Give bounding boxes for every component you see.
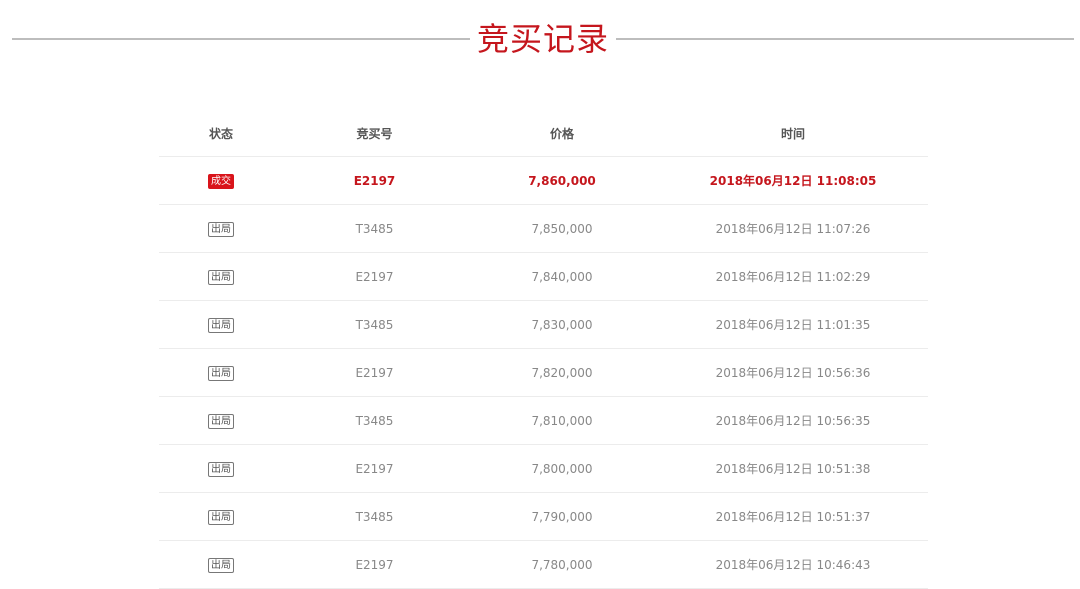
time-cell: 2018年06月12日 10:56:36 xyxy=(658,348,928,397)
title-divider-left xyxy=(12,38,470,40)
status-badge-out: 出局 xyxy=(208,509,234,525)
table-row: 出局 T3485 7,850,000 2018年06月12日 11:07:26 xyxy=(159,204,928,253)
status-badge-out: 出局 xyxy=(208,365,234,381)
price-cell: 7,800,000 xyxy=(466,444,658,493)
table-header-row: 状态 竞买号 价格 时间 xyxy=(159,110,928,157)
price-cell: 7,830,000 xyxy=(466,300,658,349)
title-divider-right xyxy=(616,38,1074,40)
time-cell: 2018年06月12日 10:46:43 xyxy=(658,540,928,589)
time-cell: 2018年06月12日 11:07:26 xyxy=(658,204,928,253)
table-row: 出局 E2197 7,800,000 2018年06月12日 10:51:38 xyxy=(159,444,928,493)
status-cell: 出局 xyxy=(159,204,283,253)
time-cell: 2018年06月12日 10:51:37 xyxy=(658,492,928,541)
status-cell: 出局 xyxy=(159,444,283,493)
time-cell: 2018年06月12日 10:51:38 xyxy=(658,444,928,493)
bid-number-cell: E2197 xyxy=(283,348,466,397)
status-cell: 出局 xyxy=(159,300,283,349)
header-time: 时间 xyxy=(658,110,928,157)
bid-number-cell: T3485 xyxy=(283,204,466,253)
status-cell: 出局 xyxy=(159,252,283,301)
price-cell: 7,790,000 xyxy=(466,492,658,541)
section-header: 竞买记录 xyxy=(0,14,1080,64)
status-badge-out: 出局 xyxy=(208,557,234,573)
status-badge-out: 出局 xyxy=(208,413,234,429)
time-cell: 2018年06月12日 11:01:35 xyxy=(658,300,928,349)
header-bid-number: 竞买号 xyxy=(283,110,466,157)
status-badge-out: 出局 xyxy=(208,461,234,477)
price-cell: 7,780,000 xyxy=(466,540,658,589)
table-row: 出局 E2197 7,820,000 2018年06月12日 10:56:36 xyxy=(159,348,928,397)
status-cell: 成交 xyxy=(159,156,283,205)
price-cell: 7,820,000 xyxy=(466,348,658,397)
bid-number-cell: T3485 xyxy=(283,492,466,541)
bid-number-cell: E2197 xyxy=(283,252,466,301)
time-cell: 2018年06月12日 10:56:35 xyxy=(658,396,928,445)
status-badge-deal: 成交 xyxy=(208,173,234,189)
status-badge-out: 出局 xyxy=(208,221,234,237)
table-row: 出局 T3485 7,830,000 2018年06月12日 11:01:35 xyxy=(159,300,928,349)
bid-number-cell: E2197 xyxy=(283,156,466,205)
status-badge-out: 出局 xyxy=(208,269,234,285)
bid-number-cell: T3485 xyxy=(283,396,466,445)
bid-number-cell: E2197 xyxy=(283,540,466,589)
price-cell: 7,840,000 xyxy=(466,252,658,301)
table-row: 成交 E2197 7,860,000 2018年06月12日 11:08:05 xyxy=(159,156,928,205)
bid-number-cell: E2197 xyxy=(283,444,466,493)
status-badge-out: 出局 xyxy=(208,317,234,333)
header-price: 价格 xyxy=(466,110,658,157)
bid-record-table: 状态 竞买号 价格 时间 成交 E2197 7,860,000 2018年06月… xyxy=(159,110,928,589)
price-cell: 7,810,000 xyxy=(466,396,658,445)
header-status: 状态 xyxy=(159,110,283,157)
bid-number-cell: T3485 xyxy=(283,300,466,349)
table-row: 出局 E2197 7,840,000 2018年06月12日 11:02:29 xyxy=(159,252,928,301)
status-cell: 出局 xyxy=(159,492,283,541)
time-cell: 2018年06月12日 11:08:05 xyxy=(658,156,928,205)
status-cell: 出局 xyxy=(159,348,283,397)
status-cell: 出局 xyxy=(159,396,283,445)
table-row: 出局 T3485 7,810,000 2018年06月12日 10:56:35 xyxy=(159,396,928,445)
table-row: 出局 T3485 7,790,000 2018年06月12日 10:51:37 xyxy=(159,492,928,541)
table-row: 出局 E2197 7,780,000 2018年06月12日 10:46:43 xyxy=(159,540,928,589)
status-cell: 出局 xyxy=(159,540,283,589)
price-cell: 7,850,000 xyxy=(466,204,658,253)
price-cell: 7,860,000 xyxy=(466,156,658,205)
time-cell: 2018年06月12日 11:02:29 xyxy=(658,252,928,301)
page-title: 竞买记录 xyxy=(476,20,609,58)
